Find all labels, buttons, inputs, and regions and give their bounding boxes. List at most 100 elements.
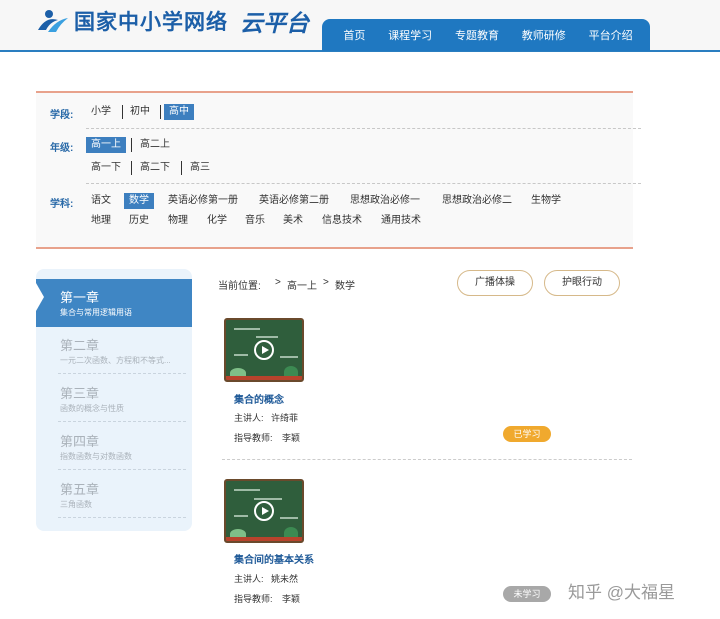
breadcrumb-separator: > bbox=[323, 277, 329, 288]
broadcast-exercise-button[interactable]: 广播体操 bbox=[457, 270, 533, 296]
stage-primary[interactable]: 小学 bbox=[86, 104, 116, 120]
thumb-text-line bbox=[234, 328, 260, 330]
grade-g2-second[interactable]: 高二下 bbox=[135, 160, 175, 176]
thumb-floor bbox=[226, 537, 302, 541]
chapter-title: 第二章 bbox=[60, 338, 100, 353]
thumb-text-line bbox=[280, 517, 298, 519]
subject-politics-1[interactable]: 思想政治必修一 bbox=[345, 193, 425, 209]
grade-g1-second[interactable]: 高一下 bbox=[86, 160, 126, 176]
grade-g2-first[interactable]: 高二上 bbox=[135, 137, 175, 153]
thumb-text-line bbox=[280, 356, 298, 358]
subject-chinese[interactable]: 语文 bbox=[86, 193, 116, 209]
main-nav: 首页 课程学习 专题教育 教师研修 平台介绍 bbox=[322, 19, 650, 51]
chapter-3[interactable]: 第三章 函数的概念与性质 bbox=[36, 375, 192, 423]
play-icon[interactable] bbox=[254, 340, 274, 360]
nav-about[interactable]: 平台介绍 bbox=[589, 27, 633, 43]
thumb-text-line bbox=[234, 354, 248, 356]
divider bbox=[58, 517, 186, 518]
chapter-4[interactable]: 第四章 指数函数与对数函数 bbox=[36, 423, 192, 471]
subject-music[interactable]: 音乐 bbox=[240, 213, 270, 229]
subject-english-1[interactable]: 英语必修第一册 bbox=[163, 193, 243, 209]
tutor-name: 李颖 bbox=[282, 594, 301, 604]
chapter-subtitle: 三角函数 bbox=[60, 500, 92, 509]
stage-senior[interactable]: 高中 bbox=[164, 104, 194, 120]
chapter-subtitle: 函数的概念与性质 bbox=[60, 404, 124, 413]
divider bbox=[58, 421, 186, 422]
chapter-subtitle: 一元二次函数、方程和不等式... bbox=[60, 356, 171, 365]
watermark: 知乎 @大福星 bbox=[568, 583, 675, 602]
chapter-1[interactable]: 第一章 集合与常用逻辑用语 bbox=[36, 279, 192, 327]
subject-general-tech[interactable]: 通用技术 bbox=[376, 213, 426, 229]
chapter-subtitle: 集合与常用逻辑用语 bbox=[60, 308, 132, 317]
video-thumbnail[interactable] bbox=[224, 318, 304, 382]
speaker-label: 主讲人: bbox=[234, 574, 264, 584]
divider bbox=[222, 459, 632, 460]
status-badge-learned: 已学习 bbox=[503, 426, 551, 442]
subject-physics[interactable]: 物理 bbox=[163, 213, 193, 229]
tutor-label: 指导教师: bbox=[234, 594, 273, 604]
nav-home[interactable]: 首页 bbox=[343, 27, 365, 43]
subject-biology[interactable]: 生物学 bbox=[526, 193, 566, 209]
chapter-title: 第三章 bbox=[60, 386, 100, 401]
chapter-sidebar: 第一章 集合与常用逻辑用语 第二章 一元二次函数、方程和不等式... 第三章 函… bbox=[36, 269, 192, 531]
grade-g3[interactable]: 高三 bbox=[185, 160, 215, 176]
play-icon[interactable] bbox=[254, 501, 274, 521]
grade-g1-first[interactable]: 高一上 bbox=[86, 137, 126, 153]
thumb-text-line bbox=[254, 498, 282, 500]
thumb-text-line bbox=[234, 515, 248, 517]
subject-label: 学科: bbox=[50, 199, 74, 210]
site-header: 国家中小学网络 云平台 首页 课程学习 专题教育 教师研修 平台介绍 bbox=[0, 0, 720, 52]
video-title[interactable]: 集合的概念 bbox=[234, 391, 284, 406]
site-logo[interactable]: 国家中小学网络 云平台 bbox=[36, 6, 309, 37]
chapter-title: 第五章 bbox=[60, 482, 100, 497]
breadcrumb-subject[interactable]: 数学 bbox=[335, 277, 355, 292]
thumb-text-line bbox=[234, 489, 260, 491]
separator bbox=[160, 105, 161, 119]
divider bbox=[86, 128, 641, 129]
video-thumbnail[interactable] bbox=[224, 479, 304, 543]
active-chapter-notch bbox=[36, 283, 44, 311]
chapter-2[interactable]: 第二章 一元二次函数、方程和不等式... bbox=[36, 327, 192, 375]
video-title[interactable]: 集合间的基本关系 bbox=[234, 551, 314, 566]
separator bbox=[122, 105, 123, 119]
tutor-label: 指导教师: bbox=[234, 433, 273, 443]
subject-politics-2[interactable]: 思想政治必修二 bbox=[437, 193, 517, 209]
stage-label: 学段: bbox=[50, 110, 74, 121]
site-name: 国家中小学网络 bbox=[74, 11, 228, 34]
subject-math[interactable]: 数学 bbox=[124, 193, 154, 209]
eye-care-button[interactable]: 护眼行动 bbox=[544, 270, 620, 296]
filter-panel: 学段: 小学 初中 高中 年级: 高一上 高二上 高一下 高二下 高三 学科: … bbox=[36, 91, 641, 249]
subject-geography[interactable]: 地理 bbox=[86, 213, 116, 229]
subject-art[interactable]: 美术 bbox=[278, 213, 308, 229]
speaker-name: 许绮菲 bbox=[271, 413, 299, 423]
divider bbox=[86, 183, 641, 184]
subject-history[interactable]: 历史 bbox=[124, 213, 154, 229]
tutor-name: 李颖 bbox=[282, 433, 301, 443]
separator bbox=[131, 161, 132, 175]
status-badge-not-learned: 未学习 bbox=[503, 586, 551, 602]
chapter-5[interactable]: 第五章 三角函数 bbox=[36, 471, 192, 519]
subject-chemistry[interactable]: 化学 bbox=[202, 213, 232, 229]
chapter-title: 第四章 bbox=[60, 434, 100, 449]
separator bbox=[181, 161, 182, 175]
thumb-text-line bbox=[256, 336, 278, 338]
subject-it[interactable]: 信息技术 bbox=[317, 213, 367, 229]
subject-english-2[interactable]: 英语必修第二册 bbox=[254, 193, 334, 209]
stage-junior[interactable]: 初中 bbox=[125, 104, 155, 120]
chapter-title: 第一章 bbox=[60, 290, 100, 305]
site-script-name: 云平台 bbox=[240, 10, 309, 37]
thumb-floor bbox=[226, 376, 302, 380]
chapter-subtitle: 指数函数与对数函数 bbox=[60, 452, 132, 461]
divider bbox=[58, 469, 186, 470]
nav-topics[interactable]: 专题教育 bbox=[455, 27, 499, 43]
nav-courses[interactable]: 课程学习 bbox=[388, 27, 432, 43]
breadcrumb-label: 当前位置: bbox=[218, 281, 261, 292]
breadcrumb-grade[interactable]: 高一上 bbox=[287, 277, 317, 292]
breadcrumb-separator: > bbox=[275, 277, 281, 288]
divider bbox=[58, 373, 186, 374]
speaker-label: 主讲人: bbox=[234, 413, 264, 423]
nav-teacher-training[interactable]: 教师研修 bbox=[522, 27, 566, 43]
logo-icon bbox=[36, 8, 70, 34]
grade-label: 年级: bbox=[50, 143, 74, 154]
separator bbox=[131, 138, 132, 152]
